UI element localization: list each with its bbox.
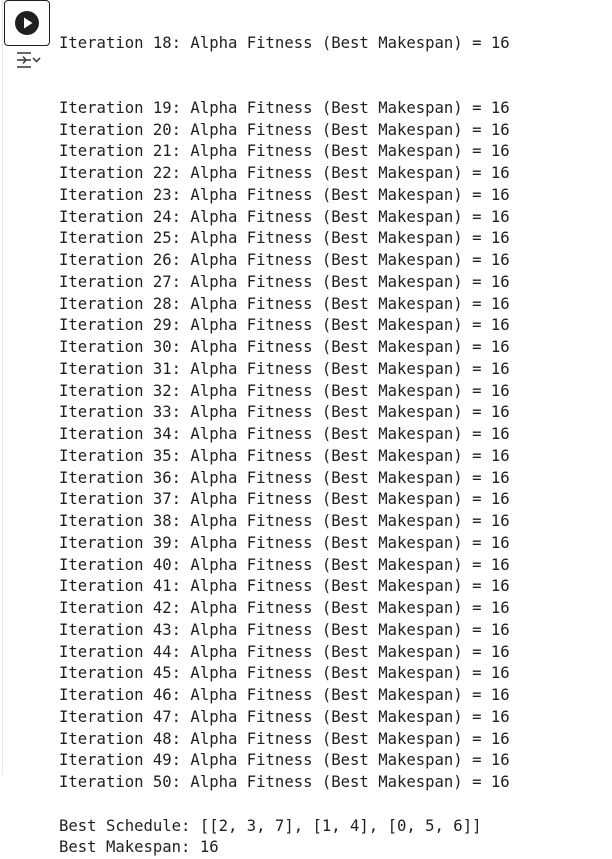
cell-left-border: [2, 0, 3, 775]
output-line: Iteration 36: Alpha Fitness (Best Makesp…: [59, 468, 510, 487]
output-line: Iteration 20: Alpha Fitness (Best Makesp…: [59, 120, 510, 139]
play-circle-icon: [15, 11, 39, 35]
output-line: Iteration 39: Alpha Fitness (Best Makesp…: [59, 533, 510, 552]
output-line: Iteration 32: Alpha Fitness (Best Makesp…: [59, 381, 510, 400]
output-line: Iteration 41: Alpha Fitness (Best Makesp…: [59, 577, 510, 596]
output-actions-button[interactable]: [14, 49, 42, 71]
output-line: Iteration 47: Alpha Fitness (Best Makesp…: [59, 707, 510, 726]
output-line-partial: Iteration 18: Alpha Fitness (Best Makesp…: [59, 33, 510, 52]
output-line: Iteration 21: Alpha Fitness (Best Makesp…: [59, 142, 510, 161]
output-line: Iteration 38: Alpha Fitness (Best Makesp…: [59, 512, 510, 530]
output-line: Iteration 28: Alpha Fitness (Best Makesp…: [59, 294, 510, 313]
output-line: Iteration 48: Alpha Fitness (Best Makesp…: [59, 729, 510, 748]
cell-output-text: Iteration 18: Alpha Fitness (Best Makesp…: [59, 0, 510, 859]
output-line: Iteration 30: Alpha Fitness (Best Makesp…: [59, 338, 510, 356]
output-line: Iteration 43: Alpha Fitness (Best Makesp…: [59, 620, 510, 639]
output-line: Iteration 23: Alpha Fitness (Best Makesp…: [59, 185, 510, 204]
best-makespan-line: Best Makespan: 16: [59, 838, 219, 857]
output-line: Iteration 33: Alpha Fitness (Best Makesp…: [59, 403, 510, 422]
output-line: Iteration 35: Alpha Fitness (Best Makesp…: [59, 446, 510, 465]
output-line: Iteration 19: Alpha Fitness (Best Makesp…: [59, 98, 510, 117]
output-line: Iteration 40: Alpha Fitness (Best Makesp…: [59, 555, 510, 574]
output-line: Iteration 50: Alpha Fitness (Best Makesp…: [59, 773, 510, 791]
output-line: Iteration 42: Alpha Fitness (Best Makesp…: [59, 599, 510, 617]
output-line: Iteration 31: Alpha Fitness (Best Makesp…: [59, 359, 510, 378]
run-cell-button[interactable]: [4, 0, 50, 46]
output-line: Iteration 25: Alpha Fitness (Best Makesp…: [59, 229, 510, 248]
best-schedule-line: Best Schedule: [[2, 3, 7], [1, 4], [0, 5…: [59, 816, 482, 835]
code-cell-output: Iteration 18: Alpha Fitness (Best Makesp…: [0, 0, 612, 856]
output-line: Iteration 45: Alpha Fitness (Best Makesp…: [59, 664, 510, 683]
output-line: Iteration 24: Alpha Fitness (Best Makesp…: [59, 207, 510, 226]
output-line: Iteration 34: Alpha Fitness (Best Makesp…: [59, 425, 510, 443]
output-line: Iteration 27: Alpha Fitness (Best Makesp…: [59, 272, 510, 291]
output-blank-line: [59, 794, 510, 816]
output-line: Iteration 22: Alpha Fitness (Best Makesp…: [59, 164, 510, 182]
output-line: Iteration 29: Alpha Fitness (Best Makesp…: [59, 316, 510, 335]
output-line: Iteration 46: Alpha Fitness (Best Makesp…: [59, 686, 510, 704]
output-line: Iteration 26: Alpha Fitness (Best Makesp…: [59, 251, 510, 269]
output-line: Iteration 44: Alpha Fitness (Best Makesp…: [59, 642, 510, 661]
output-line: Iteration 37: Alpha Fitness (Best Makesp…: [59, 490, 510, 509]
output-actions-icon: [17, 52, 41, 68]
output-line: Iteration 49: Alpha Fitness (Best Makesp…: [59, 751, 510, 770]
